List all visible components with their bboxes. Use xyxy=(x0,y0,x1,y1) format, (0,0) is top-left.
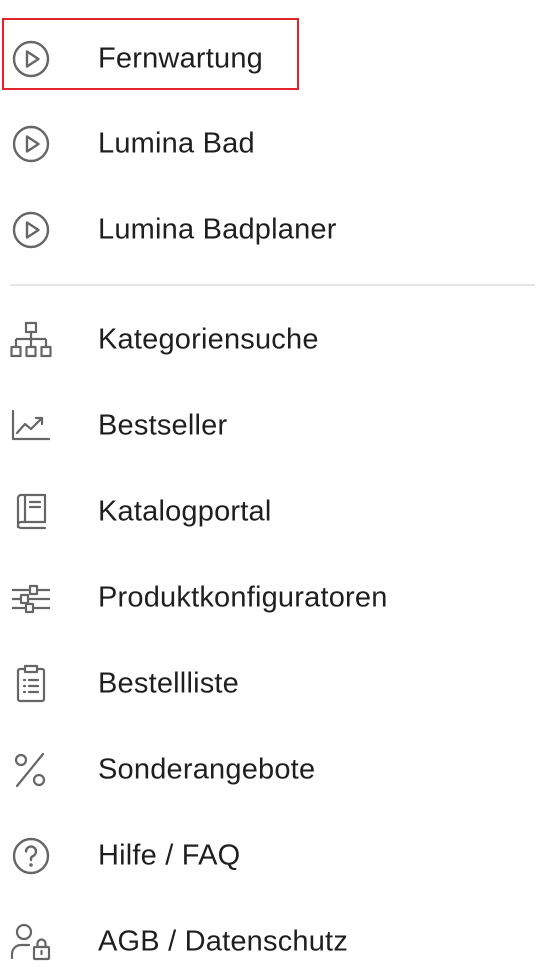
menu-item-label: Lumina Bad xyxy=(98,127,255,160)
book-icon xyxy=(10,491,52,533)
menu-item-label: Katalogportal xyxy=(98,495,272,528)
menu-item-label: Fernwartung xyxy=(98,42,263,75)
clipboard-list-icon xyxy=(10,663,52,705)
menu-item-agb-datenschutz[interactable]: AGB / Datenschutz xyxy=(0,907,544,977)
help-circle-icon xyxy=(10,835,52,877)
sliders-icon xyxy=(10,577,52,619)
menu-item-bestseller[interactable]: Bestseller xyxy=(0,391,544,461)
menu-item-label: Lumina Badplaner xyxy=(98,213,337,246)
side-menu: Fernwartung Lumina Bad Lumina Badplaner xyxy=(0,0,544,976)
play-circle-icon xyxy=(10,38,52,80)
menu-item-label: Produktkonfiguratoren xyxy=(98,581,388,614)
menu-item-label: Bestseller xyxy=(98,409,228,442)
menu-item-label: Hilfe / FAQ xyxy=(98,839,241,872)
menu-item-produktkonfiguratoren[interactable]: Produktkonfiguratoren xyxy=(0,563,544,633)
menu-divider xyxy=(10,284,535,286)
trending-up-chart-icon xyxy=(10,405,52,447)
menu-item-sonderangebote[interactable]: Sonderangebote xyxy=(0,735,544,805)
menu-item-lumina-bad[interactable]: Lumina Bad xyxy=(0,109,544,179)
play-circle-icon xyxy=(10,123,52,165)
menu-item-label: Bestellliste xyxy=(98,667,240,700)
menu-item-bestellliste[interactable]: Bestellliste xyxy=(0,649,544,719)
menu-item-hilfe-faq[interactable]: Hilfe / FAQ xyxy=(0,821,544,891)
menu-item-katalogportal[interactable]: Katalogportal xyxy=(0,477,544,547)
menu-item-label: Kategoriensuche xyxy=(98,323,319,356)
menu-item-kategoriensuche[interactable]: Kategoriensuche xyxy=(0,305,544,375)
sitemap-icon xyxy=(10,319,52,361)
menu-item-fernwartung[interactable]: Fernwartung xyxy=(0,24,544,94)
menu-item-lumina-badplaner[interactable]: Lumina Badplaner xyxy=(0,195,544,265)
percent-icon xyxy=(10,749,52,791)
menu-item-label: AGB / Datenschutz xyxy=(98,925,349,958)
menu-item-label: Sonderangebote xyxy=(98,753,316,786)
play-circle-icon xyxy=(10,209,52,251)
user-lock-icon xyxy=(10,921,52,963)
